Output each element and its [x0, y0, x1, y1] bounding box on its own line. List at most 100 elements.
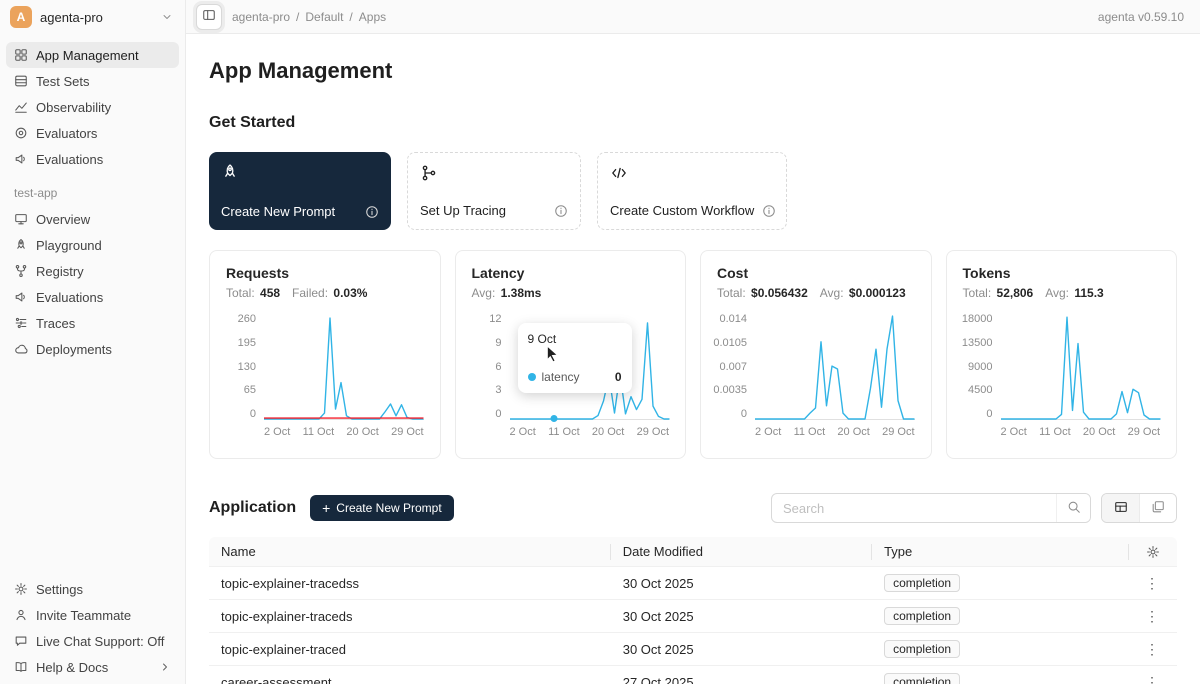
search-button[interactable] [1056, 494, 1090, 522]
type-badge: completion [884, 640, 960, 658]
sidebar-item-live-chat-support-off[interactable]: Live Chat Support: Off [6, 628, 179, 654]
list-icon [14, 74, 28, 88]
get-started-card-create-new-prompt[interactable]: Create New Prompt [209, 152, 391, 230]
sidebar-item-deployments[interactable]: Deployments [6, 336, 179, 362]
sidebar-item-evaluators[interactable]: Evaluators [6, 120, 179, 146]
application-heading: Application [209, 499, 296, 517]
monitor-icon [14, 212, 28, 226]
cell-date-modified: 30 Oct 2025 [611, 567, 872, 599]
chart-plot [1001, 314, 1161, 420]
search-icon [1067, 500, 1081, 517]
get-started-card-set-up-tracing[interactable]: Set Up Tracing [407, 152, 581, 230]
sidebar-item-evaluations[interactable]: Evaluations [6, 146, 179, 172]
sidebar-item-label: Observability [36, 100, 111, 115]
y-axis-labels: 1800013500900045000 [963, 314, 1001, 420]
table-settings-icon[interactable] [1146, 545, 1160, 559]
sidebar-item-test-sets[interactable]: Test Sets [6, 68, 179, 94]
sidebar-item-label: Invite Teammate [36, 608, 131, 623]
app-root: A agenta-pro App ManagementTest SetsObse… [0, 0, 1200, 684]
cell-name: topic-explainer-tracedss [209, 567, 611, 599]
table-view-button[interactable] [1102, 494, 1139, 522]
megaphone-icon [14, 290, 28, 304]
type-badge: completion [884, 673, 960, 684]
metric-stats: Total: 52,806Avg: 115.3 [963, 286, 1161, 300]
search-input[interactable] [772, 494, 1056, 522]
card-label: Create Custom Workflow [610, 203, 754, 218]
workspace-avatar: A [10, 6, 32, 28]
table-view-icon [1114, 500, 1128, 517]
row-menu-button[interactable]: ⋮ [1139, 641, 1165, 658]
sidebar-item-label: Traces [36, 316, 75, 331]
breadcrumb-item-default[interactable]: Default [305, 10, 343, 24]
column-header-type[interactable]: Type [872, 537, 1129, 566]
cell-name: topic-explainer-traced [209, 633, 611, 665]
table-row[interactable]: topic-explainer-tracedss30 Oct 2025compl… [209, 567, 1177, 600]
chart-icon [14, 100, 28, 114]
sidebar-toggle-button[interactable] [196, 4, 222, 30]
sidebar: A agenta-pro App ManagementTest Sets Obse… [0, 0, 186, 684]
metric-card-latency: LatencyAvg: 1.38ms1296302 Oct11 Oct20 Oc… [455, 250, 687, 459]
chart-tooltip: 9 Octlatency0 [518, 323, 632, 393]
cell-name: career-assessment [209, 666, 611, 684]
table-row[interactable]: career-assessment27 Oct 2025completion⋮ [209, 666, 1177, 684]
sidebar-item-registry[interactable]: Registry [6, 258, 179, 284]
metric-stats: Total: $0.056432Avg: $0.000123 [717, 286, 915, 300]
metrics-row: RequestsTotal: 458Failed: 0.03%260195130… [209, 250, 1177, 459]
search-box [771, 493, 1091, 523]
page-title: App Management [209, 58, 1177, 84]
create-new-prompt-button[interactable]: + Create New Prompt [310, 495, 454, 521]
workspace-name: agenta-pro [40, 10, 103, 25]
sidebar-item-settings[interactable]: Settings [6, 576, 179, 602]
main-column: agenta-pro/Default/Apps agenta v0.59.10 … [186, 0, 1200, 684]
breadcrumb-item-agenta-pro[interactable]: agenta-pro [232, 10, 290, 24]
sidebar-item-playground[interactable]: Playground [6, 232, 179, 258]
table-row[interactable]: topic-explainer-traced30 Oct 2025complet… [209, 633, 1177, 666]
app-version: agenta v0.59.10 [1098, 10, 1184, 24]
view-toggle [1101, 493, 1177, 523]
info-icon [762, 204, 776, 218]
row-menu-button[interactable]: ⋮ [1139, 608, 1165, 625]
sidebar-item-label: Evaluations [36, 290, 103, 305]
sidebar-nav-app: Overview PlaygroundRegistry Evaluations Tra… [0, 202, 185, 364]
sidebar-item-label: Overview [36, 212, 90, 227]
fork-icon [14, 264, 28, 278]
row-menu-button[interactable]: ⋮ [1139, 575, 1165, 592]
metric-title: Requests [226, 265, 424, 281]
sidebar-item-help-docs[interactable]: Help & Docs [6, 654, 179, 680]
column-header-date-modified[interactable]: Date Modified [611, 537, 872, 566]
chevron_right-icon [159, 661, 171, 673]
chevron-down-icon [161, 11, 173, 23]
code-icon [610, 164, 774, 182]
application-header: Application + Create New Prompt [209, 493, 1177, 523]
card-label: Set Up Tracing [420, 203, 506, 218]
sidebar-item-label: Evaluators [36, 126, 97, 141]
sidebar-item-label: Deployments [36, 342, 112, 357]
type-badge: completion [884, 607, 960, 625]
sidebar-item-traces[interactable]: Traces [6, 310, 179, 336]
tooltip-value: 0 [615, 370, 622, 384]
sidebar-item-observability[interactable]: Observability [6, 94, 179, 120]
row-menu-button[interactable]: ⋮ [1139, 674, 1165, 684]
series-dot [528, 373, 536, 381]
workspace-selector[interactable]: A agenta-pro [0, 0, 185, 34]
column-header-name[interactable]: Name [209, 537, 611, 566]
content: App Management Get Started Create New Pr… [186, 34, 1200, 684]
traces-icon [14, 316, 28, 330]
get-started-card-create-custom-workflow[interactable]: Create Custom Workflow [597, 152, 787, 230]
gear-icon [14, 582, 28, 596]
cell-type: completion [872, 666, 1127, 684]
table-body: topic-explainer-tracedss30 Oct 2025 compl… [209, 567, 1177, 684]
sidebar-item-evaluations[interactable]: Evaluations [6, 284, 179, 310]
breadcrumb-item-apps[interactable]: Apps [359, 10, 386, 24]
topbar: agenta-pro/Default/Apps agenta v0.59.10 [186, 0, 1200, 34]
sidebar-item-overview[interactable]: Overview [6, 206, 179, 232]
grid-icon [14, 48, 28, 62]
card-view-button[interactable] [1139, 494, 1176, 522]
table-settings-cell [1129, 537, 1177, 566]
get-started-heading: Get Started [209, 114, 1177, 132]
table-row[interactable]: topic-explainer-traceds30 Oct 2025comple… [209, 600, 1177, 633]
rocket-icon [14, 238, 28, 252]
sidebar-item-app-management[interactable]: App Management [6, 42, 179, 68]
sidebar-item-invite-teammate[interactable]: Invite Teammate [6, 602, 179, 628]
sidebar-nav-top: App ManagementTest Sets Observability Eval… [0, 34, 185, 174]
